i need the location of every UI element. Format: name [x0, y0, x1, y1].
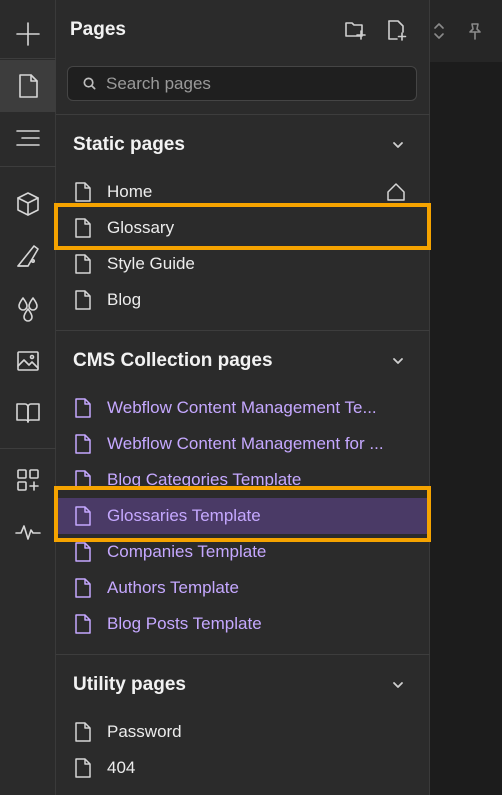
- apps-button[interactable]: [0, 454, 56, 506]
- panel-title: Pages: [70, 19, 126, 40]
- cms-pages-heading: CMS Collection pages: [73, 350, 273, 371]
- rail-divider: [0, 58, 56, 59]
- canvas-topbar: [430, 0, 502, 62]
- page-item-label: Authors Template: [107, 578, 239, 597]
- page-item-label: Webflow Content Management for ...: [107, 434, 384, 453]
- new-page-button[interactable]: [384, 18, 408, 42]
- page-icon: [74, 254, 92, 274]
- pin-icon[interactable]: [466, 22, 484, 40]
- page-item-cms[interactable]: Webflow Content Management for ...: [56, 426, 430, 462]
- pages-button[interactable]: [0, 60, 56, 112]
- page-item-404[interactable]: 404: [56, 750, 430, 786]
- page-item-cms[interactable]: Companies Template: [56, 534, 430, 570]
- chevron-down-icon: [393, 142, 403, 148]
- cms-button[interactable]: [0, 386, 56, 438]
- page-icon: [74, 434, 92, 454]
- page-item-style-guide[interactable]: Style Guide: [56, 246, 430, 282]
- page-item-label: Companies Template: [107, 542, 267, 561]
- page-item-glossary[interactable]: Glossary: [56, 210, 430, 246]
- static-pages-toggle[interactable]: [390, 137, 406, 153]
- section-divider: [56, 114, 430, 115]
- page-item-label: Blog Categories Template: [107, 470, 302, 489]
- home-icon: [386, 182, 406, 202]
- new-folder-button[interactable]: [343, 18, 367, 42]
- search-input[interactable]: [106, 73, 406, 94]
- file-plus-icon: [388, 20, 407, 41]
- apps-icon: [17, 469, 39, 491]
- book-icon: [16, 403, 40, 423]
- drops-icon: [18, 297, 38, 322]
- assets-button[interactable]: [0, 334, 56, 386]
- page-icon: [74, 542, 92, 562]
- page-item-password[interactable]: Password: [56, 714, 430, 750]
- page-item-label: Blog: [107, 290, 142, 309]
- chevron-down-icon: [393, 682, 403, 688]
- navigator-button[interactable]: [0, 112, 56, 164]
- components-button[interactable]: [0, 178, 56, 230]
- canvas-area: [430, 0, 502, 795]
- left-toolbar: [0, 0, 56, 795]
- page-item-label: 404: [107, 758, 136, 777]
- page-item-cms[interactable]: Webflow Content Management Te...: [56, 390, 430, 426]
- page-item-label: Blog Posts Template: [107, 614, 262, 633]
- section-divider: [56, 654, 430, 655]
- page-icon: [74, 722, 92, 742]
- style-icon: [17, 245, 39, 267]
- page-item-label: Glossaries Template: [107, 506, 261, 525]
- utility-pages-toggle[interactable]: [390, 677, 406, 693]
- page-item-label: Style Guide: [107, 254, 195, 273]
- page-icon: [74, 398, 92, 418]
- search-icon: [83, 77, 96, 90]
- page-icon: [74, 578, 92, 598]
- page-icon: [74, 218, 92, 238]
- page-item-label: Webflow Content Management Te...: [107, 398, 377, 417]
- page-item-cms[interactable]: Blog Posts Template: [56, 606, 430, 642]
- page-icon: [74, 470, 92, 490]
- page-item-label: Password: [107, 722, 182, 741]
- style-selectors-button[interactable]: [0, 230, 56, 282]
- page-icon: [74, 290, 92, 310]
- page-item-label: Home: [107, 182, 153, 201]
- page-icon: [74, 506, 92, 526]
- audit-button[interactable]: [0, 506, 56, 558]
- page-icon: [74, 182, 92, 202]
- chevron-up-down-icon[interactable]: [432, 22, 446, 40]
- page-item-cms[interactable]: Authors Template: [56, 570, 430, 606]
- folder-plus-icon: [345, 22, 366, 40]
- static-pages-heading: Static pages: [73, 134, 185, 155]
- cms-pages-toggle[interactable]: [390, 353, 406, 369]
- add-elements-button[interactable]: [0, 8, 56, 60]
- rail-divider: [0, 448, 56, 449]
- plus-icon: [16, 22, 40, 46]
- page-item-label: Glossary: [107, 218, 175, 237]
- box-icon: [17, 192, 39, 216]
- variables-button[interactable]: [0, 282, 56, 334]
- page-icon: [19, 74, 38, 98]
- image-icon: [17, 351, 39, 371]
- activity-icon: [15, 525, 41, 540]
- utility-pages-heading: Utility pages: [73, 674, 186, 695]
- page-item-blog[interactable]: Blog: [56, 282, 430, 318]
- rail-divider: [0, 166, 56, 167]
- pages-panel: Pages Static pages Home Glossary Style G…: [56, 0, 430, 795]
- navigator-icon: [16, 130, 40, 146]
- page-item-cms[interactable]: Blog Categories Template: [56, 462, 430, 498]
- page-icon: [74, 614, 92, 634]
- page-icon: [74, 758, 92, 778]
- section-divider: [56, 330, 430, 331]
- search-box[interactable]: [67, 66, 417, 101]
- chevron-down-icon: [393, 358, 403, 364]
- page-item-glossaries-template[interactable]: Glossaries Template: [56, 498, 430, 534]
- page-item-home[interactable]: Home: [56, 174, 430, 210]
